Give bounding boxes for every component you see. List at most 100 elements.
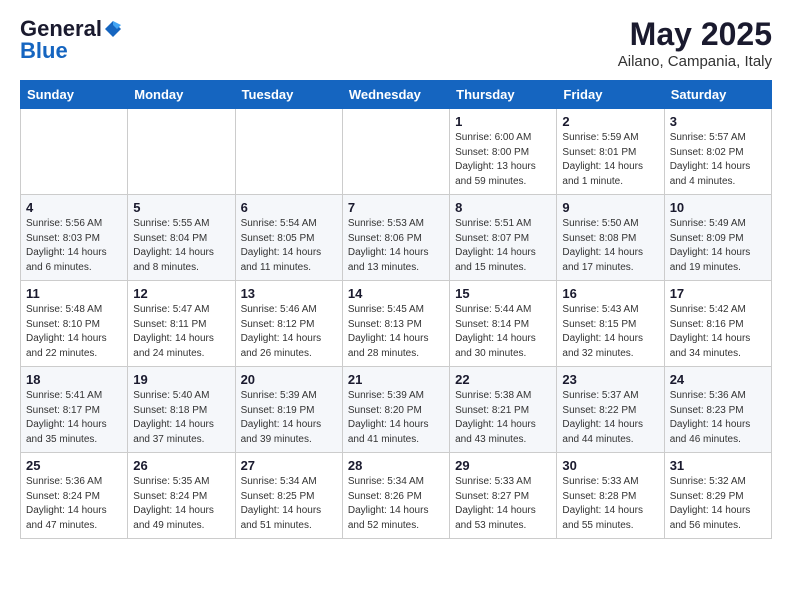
calendar-cell: 6 Sunrise: 5:54 AMSunset: 8:05 PMDaylight… — [235, 195, 342, 281]
calendar-cell: 2 Sunrise: 5:59 AMSunset: 8:01 PMDaylight… — [557, 109, 664, 195]
week-row-1: 1Sunrise: 6:00 AMSunset: 8:00 PMDaylight… — [21, 109, 772, 195]
calendar-cell: 14Sunrise: 5:45 AMSunset: 8:13 PMDayligh… — [342, 281, 449, 367]
day-number: 27 — [241, 458, 337, 473]
day-number: 4 — [26, 200, 122, 215]
day-number: 19 — [133, 372, 229, 387]
day-info: Sunrise: 5:32 AMSunset: 8:29 PMDaylight:… — [670, 475, 766, 533]
page: General Blue May 2025 Ailano, Campania, … — [0, 0, 792, 559]
calendar-cell — [235, 109, 342, 195]
day-number: 28 — [348, 458, 444, 473]
calendar-cell: 20 Sunrise: 5:39 AMSunset: 8:19 PMDayligh… — [235, 367, 342, 453]
title-block: May 2025 Ailano, Campania, Italy — [618, 16, 772, 70]
day-number: 29 — [455, 458, 551, 473]
calendar-cell: 3 Sunrise: 5:57 AMSunset: 8:02 PMDaylight… — [664, 109, 771, 195]
day-info: Sunrise: 5:33 AMSunset: 8:28 PMDaylight:… — [562, 475, 658, 533]
logo: General Blue — [20, 16, 124, 64]
calendar-cell: 7 Sunrise: 5:53 AMSunset: 8:06 PMDaylight… — [342, 195, 449, 281]
calendar-cell — [342, 109, 449, 195]
day-number: 22 — [455, 372, 551, 387]
calendar-cell — [21, 109, 128, 195]
day-number: 21 — [348, 372, 444, 387]
calendar-cell: 30 Sunrise: 5:33 AMSunset: 8:28 PMDayligh… — [557, 453, 664, 539]
calendar-cell: 5Sunrise: 5:55 AMSunset: 8:04 PMDaylight… — [128, 195, 235, 281]
day-info: Sunrise: 5:40 AMSunset: 8:18 PMDaylight:… — [133, 389, 229, 447]
day-number: 3 — [670, 114, 766, 129]
calendar-cell: 16Sunrise: 5:43 AMSunset: 8:15 PMDayligh… — [557, 281, 664, 367]
calendar-cell: 29 Sunrise: 5:33 AMSunset: 8:27 PMDayligh… — [450, 453, 557, 539]
day-number: 2 — [562, 114, 658, 129]
logo-text: General Blue — [20, 16, 124, 64]
calendar-cell: 17Sunrise: 5:42 AMSunset: 8:16 PMDayligh… — [664, 281, 771, 367]
calendar-cell: 23 Sunrise: 5:37 AMSunset: 8:22 PMDayligh… — [557, 367, 664, 453]
day-info: Sunrise: 5:59 AMSunset: 8:01 PMDaylight:… — [562, 131, 658, 189]
main-title: May 2025 — [618, 16, 772, 53]
weekday-header-saturday: Saturday — [664, 81, 771, 109]
day-number: 17 — [670, 286, 766, 301]
day-number: 25 — [26, 458, 122, 473]
day-info: Sunrise: 5:39 AMSunset: 8:20 PMDaylight:… — [348, 389, 444, 447]
day-number: 12 — [133, 286, 229, 301]
week-row-5: 25 Sunrise: 5:36 AMSunset: 8:24 PMDayligh… — [21, 453, 772, 539]
day-info: Sunrise: 5:55 AMSunset: 8:04 PMDaylight:… — [133, 217, 229, 275]
calendar-cell: 15 Sunrise: 5:44 AMSunset: 8:14 PMDayligh… — [450, 281, 557, 367]
day-info: Sunrise: 5:37 AMSunset: 8:22 PMDaylight:… — [562, 389, 658, 447]
logo-icon — [103, 19, 123, 39]
calendar-cell: 27 Sunrise: 5:34 AMSunset: 8:25 PMDayligh… — [235, 453, 342, 539]
day-info: Sunrise: 5:34 AMSunset: 8:25 PMDaylight:… — [241, 475, 337, 533]
day-info: Sunrise: 5:39 AMSunset: 8:19 PMDaylight:… — [241, 389, 337, 447]
weekday-header-friday: Friday — [557, 81, 664, 109]
day-number: 30 — [562, 458, 658, 473]
day-number: 7 — [348, 200, 444, 215]
day-number: 9 — [562, 200, 658, 215]
weekday-header-row: SundayMondayTuesdayWednesdayThursdayFrid… — [21, 81, 772, 109]
calendar-cell: 18Sunrise: 5:41 AMSunset: 8:17 PMDayligh… — [21, 367, 128, 453]
day-info: Sunrise: 5:47 AMSunset: 8:11 PMDaylight:… — [133, 303, 229, 361]
calendar-cell: 4 Sunrise: 5:56 AMSunset: 8:03 PMDaylight… — [21, 195, 128, 281]
day-info: Sunrise: 5:56 AMSunset: 8:03 PMDaylight:… — [26, 217, 122, 275]
day-info: Sunrise: 5:38 AMSunset: 8:21 PMDaylight:… — [455, 389, 551, 447]
day-number: 26 — [133, 458, 229, 473]
header: General Blue May 2025 Ailano, Campania, … — [20, 16, 772, 70]
day-number: 23 — [562, 372, 658, 387]
day-number: 15 — [455, 286, 551, 301]
calendar-cell: 25 Sunrise: 5:36 AMSunset: 8:24 PMDayligh… — [21, 453, 128, 539]
day-info: Sunrise: 5:35 AMSunset: 8:24 PMDaylight:… — [133, 475, 229, 533]
calendar-cell: 11Sunrise: 5:48 AMSunset: 8:10 PMDayligh… — [21, 281, 128, 367]
day-info: Sunrise: 5:34 AMSunset: 8:26 PMDaylight:… — [348, 475, 444, 533]
day-number: 14 — [348, 286, 444, 301]
day-number: 6 — [241, 200, 337, 215]
subtitle: Ailano, Campania, Italy — [618, 53, 772, 70]
weekday-header-wednesday: Wednesday — [342, 81, 449, 109]
calendar: SundayMondayTuesdayWednesdayThursdayFrid… — [20, 80, 772, 539]
week-row-3: 11Sunrise: 5:48 AMSunset: 8:10 PMDayligh… — [21, 281, 772, 367]
weekday-header-sunday: Sunday — [21, 81, 128, 109]
day-info: Sunrise: 5:57 AMSunset: 8:02 PMDaylight:… — [670, 131, 766, 189]
day-number: 20 — [241, 372, 337, 387]
calendar-cell: 10 Sunrise: 5:49 AMSunset: 8:09 PMDayligh… — [664, 195, 771, 281]
calendar-cell: 28 Sunrise: 5:34 AMSunset: 8:26 PMDayligh… — [342, 453, 449, 539]
calendar-cell: 13 Sunrise: 5:46 AMSunset: 8:12 PMDayligh… — [235, 281, 342, 367]
day-info: Sunrise: 5:41 AMSunset: 8:17 PMDaylight:… — [26, 389, 122, 447]
weekday-header-tuesday: Tuesday — [235, 81, 342, 109]
day-info: Sunrise: 5:49 AMSunset: 8:09 PMDaylight:… — [670, 217, 766, 275]
day-number: 31 — [670, 458, 766, 473]
calendar-cell: 19 Sunrise: 5:40 AMSunset: 8:18 PMDayligh… — [128, 367, 235, 453]
day-info: Sunrise: 5:36 AMSunset: 8:24 PMDaylight:… — [26, 475, 122, 533]
calendar-cell: 24Sunrise: 5:36 AMSunset: 8:23 PMDayligh… — [664, 367, 771, 453]
day-number: 10 — [670, 200, 766, 215]
day-info: Sunrise: 5:46 AMSunset: 8:12 PMDaylight:… — [241, 303, 337, 361]
day-info: Sunrise: 5:44 AMSunset: 8:14 PMDaylight:… — [455, 303, 551, 361]
day-info: Sunrise: 6:00 AMSunset: 8:00 PMDaylight:… — [455, 131, 551, 189]
day-number: 16 — [562, 286, 658, 301]
day-info: Sunrise: 5:54 AMSunset: 8:05 PMDaylight:… — [241, 217, 337, 275]
calendar-cell: 22 Sunrise: 5:38 AMSunset: 8:21 PMDayligh… — [450, 367, 557, 453]
day-number: 13 — [241, 286, 337, 301]
calendar-cell: 26 Sunrise: 5:35 AMSunset: 8:24 PMDayligh… — [128, 453, 235, 539]
weekday-header-monday: Monday — [128, 81, 235, 109]
weekday-header-thursday: Thursday — [450, 81, 557, 109]
calendar-cell: 8Sunrise: 5:51 AMSunset: 8:07 PMDaylight… — [450, 195, 557, 281]
day-info: Sunrise: 5:33 AMSunset: 8:27 PMDaylight:… — [455, 475, 551, 533]
day-info: Sunrise: 5:53 AMSunset: 8:06 PMDaylight:… — [348, 217, 444, 275]
calendar-cell: 21 Sunrise: 5:39 AMSunset: 8:20 PMDayligh… — [342, 367, 449, 453]
day-info: Sunrise: 5:48 AMSunset: 8:10 PMDaylight:… — [26, 303, 122, 361]
